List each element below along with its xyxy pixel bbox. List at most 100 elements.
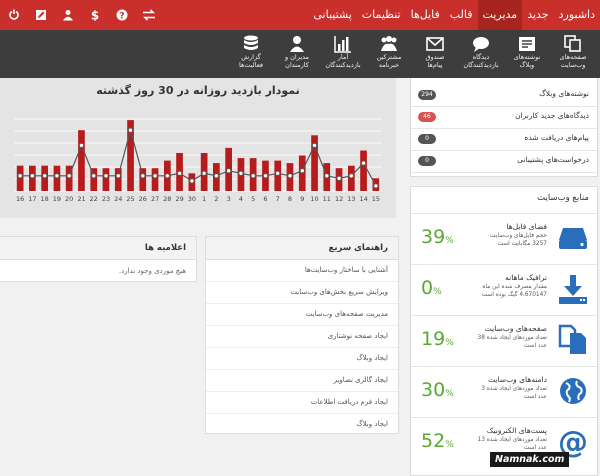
chart-point[interactable] xyxy=(299,168,305,174)
quick-guide-header: راهنمای سریع xyxy=(206,237,398,260)
quick-guide-link[interactable]: ایجاد وبلاگ xyxy=(206,414,398,436)
quick-guide-link[interactable]: مدیریت صفحه‌های وب‌سایت xyxy=(206,304,398,326)
quick-guide-link[interactable]: ایجاد صفحه نوشتاری xyxy=(206,326,398,348)
chart-point[interactable] xyxy=(54,173,60,179)
chart-point[interactable] xyxy=(115,173,122,179)
chart-point[interactable] xyxy=(311,142,318,149)
chart-x-tick-label: 5 xyxy=(251,195,255,203)
top-tabs: داشبورد جدید مدیریت قالب فایل‌ها تنظیمات پشتیب… xyxy=(308,0,600,30)
chart-point[interactable] xyxy=(275,170,281,177)
chart-point[interactable] xyxy=(29,173,36,179)
chart-point[interactable] xyxy=(238,170,244,177)
chart-point[interactable] xyxy=(262,173,269,179)
chart-point[interactable] xyxy=(103,173,109,179)
notification-count-badge: 46 xyxy=(418,112,436,122)
tool-label: فعالیت‌ها xyxy=(239,60,263,69)
chart-bar xyxy=(360,150,367,191)
tool-label: بازدیدکنندگان xyxy=(463,60,499,69)
quick-guide-link[interactable]: ایجاد فرم دریافت اطلاعات xyxy=(206,392,398,414)
tool-admins[interactable]: مدیران و کارمندان xyxy=(274,30,320,78)
quick-guide-link[interactable]: ایجاد گالری تصاویر xyxy=(206,370,398,392)
power-icon[interactable] xyxy=(0,0,27,30)
chart-point[interactable] xyxy=(360,160,367,166)
resource-description: تعداد موردهای ایجاد شده 13 عدد است xyxy=(477,437,548,451)
tool-reports[interactable]: گزارش فعالیت‌ها xyxy=(228,30,274,78)
chart-point[interactable] xyxy=(287,173,293,179)
tab-1[interactable]: جدید xyxy=(522,0,553,30)
chart-bar xyxy=(151,168,159,191)
quick-guide-link[interactable]: ایجاد وبلاگ xyxy=(206,348,398,370)
chart-point[interactable] xyxy=(250,173,256,179)
resource-row: صفحه‌های وب‌سایت تعداد موردهای ایجاد شده … xyxy=(411,315,597,363)
quick-guide-link-text: ایجاد وبلاگ xyxy=(356,354,388,362)
chart-point[interactable] xyxy=(348,173,354,179)
tab-0[interactable]: داشبورد xyxy=(554,0,600,30)
notification-row[interactable]: درخواست‌های پشتیبانی 0 xyxy=(411,150,597,173)
resource-title: دامنه‌های وب‌سایت xyxy=(488,375,547,384)
notification-row[interactable]: دیدگاه‌های جدید کاربران 46 xyxy=(411,106,597,129)
chart-point[interactable] xyxy=(127,127,134,133)
tool-pages[interactable]: صفحه‌های وب‌سایت xyxy=(550,30,596,78)
tool-blog[interactable]: نوشته‌های وبلاگ xyxy=(504,30,550,78)
chart-bar xyxy=(102,168,110,191)
chart-point[interactable] xyxy=(152,173,158,179)
resource-percent: 39% xyxy=(421,226,454,248)
chart-x-tick-label: 10 xyxy=(310,195,318,203)
chart-point[interactable] xyxy=(336,175,342,182)
chart-point[interactable] xyxy=(140,173,146,179)
percent-sign: % xyxy=(445,440,454,450)
chart-point[interactable] xyxy=(91,173,97,179)
tool-stats[interactable]: آمار بازدیدکنندگان xyxy=(320,30,366,78)
announcements-empty-text: هیچ موردی وجود ندارد. xyxy=(118,267,186,275)
chart-point[interactable] xyxy=(17,173,23,179)
database-icon xyxy=(228,35,274,53)
chart-point[interactable] xyxy=(42,173,48,179)
quick-guide-link[interactable]: ویرایش سریع بخش‌های وب‌سایت xyxy=(206,282,398,304)
edit-icon[interactable] xyxy=(27,0,54,30)
notification-label: پیام‌های دریافت شده xyxy=(524,133,589,142)
quick-guide-link-text: ایجاد گالری تصاویر xyxy=(333,376,388,384)
notification-row[interactable]: نوشته‌های وبلاگ 294 xyxy=(411,84,597,107)
resource-percent: 0% xyxy=(421,277,442,299)
chart-point[interactable] xyxy=(201,170,207,177)
chart-x-tick-label: 3 xyxy=(227,195,231,203)
user-icon[interactable] xyxy=(54,0,81,30)
daily-visits-chart: 16 17 18 19 20 21 22 23 24 25 26 27 28 29 30 1 2 3 4 5 6 7 8 9 1… xyxy=(14,118,382,203)
tab-4[interactable]: فایل‌ها xyxy=(406,0,445,30)
chart-point[interactable] xyxy=(213,173,220,179)
resource-row: دامنه‌های وب‌سایت تعداد موردهای ایجاد شده… xyxy=(411,366,597,414)
percent-sign: % xyxy=(445,338,454,348)
tool-comments[interactable]: دیدگاه بازدیدکنندگان xyxy=(458,30,504,78)
chart-point[interactable] xyxy=(66,173,72,179)
tab-5[interactable]: تنظیمات xyxy=(357,0,406,30)
quick-guide-link-text: ویرایش سریع بخش‌های وب‌سایت xyxy=(290,288,388,296)
chart-bar xyxy=(114,168,122,191)
resource-title: پست‌های الکترونیک xyxy=(486,426,547,435)
chart-point[interactable] xyxy=(164,173,171,179)
website-resources-panel: منابع وب‌سایت فضای فایل‌ها حجم فایل‌های و… xyxy=(410,186,598,476)
chart-point[interactable] xyxy=(78,142,85,149)
hdd-icon xyxy=(557,222,589,254)
swap-icon[interactable] xyxy=(135,0,162,30)
tab-6[interactable]: پشتیبانی xyxy=(308,0,356,30)
chart-x-tick-label: 8 xyxy=(288,195,292,203)
tab-2[interactable]: مدیریت xyxy=(477,0,523,30)
resource-percent-value: 39 xyxy=(421,226,446,248)
chart-x-tick-label: 28 xyxy=(163,195,171,203)
dollar-icon[interactable]: $ xyxy=(81,0,108,30)
chart-point[interactable] xyxy=(176,170,183,177)
chart-point[interactable] xyxy=(373,183,379,189)
download-icon xyxy=(557,273,589,305)
resource-title: ترافیک ماهانه xyxy=(505,273,547,282)
notification-row[interactable]: پیام‌های دریافت شده 0 xyxy=(411,128,597,151)
chart-point[interactable] xyxy=(226,168,232,174)
tool-subscribers[interactable]: مشترکین خبرنامه xyxy=(366,30,412,78)
tool-inbox[interactable]: صندوق پیام‌ها xyxy=(412,30,458,78)
chart-x-tick-label: 21 xyxy=(77,195,85,203)
chart-point[interactable] xyxy=(189,178,195,184)
help-icon[interactable]: ? xyxy=(108,0,135,30)
quick-guide-link[interactable]: آشنایی با ساختار وب‌سایت‌ها xyxy=(206,260,398,282)
tab-3[interactable]: قالب xyxy=(445,0,478,30)
quick-guide-link-text: آشنایی با ساختار وب‌سایت‌ها xyxy=(304,266,388,274)
chart-point[interactable] xyxy=(324,173,330,179)
